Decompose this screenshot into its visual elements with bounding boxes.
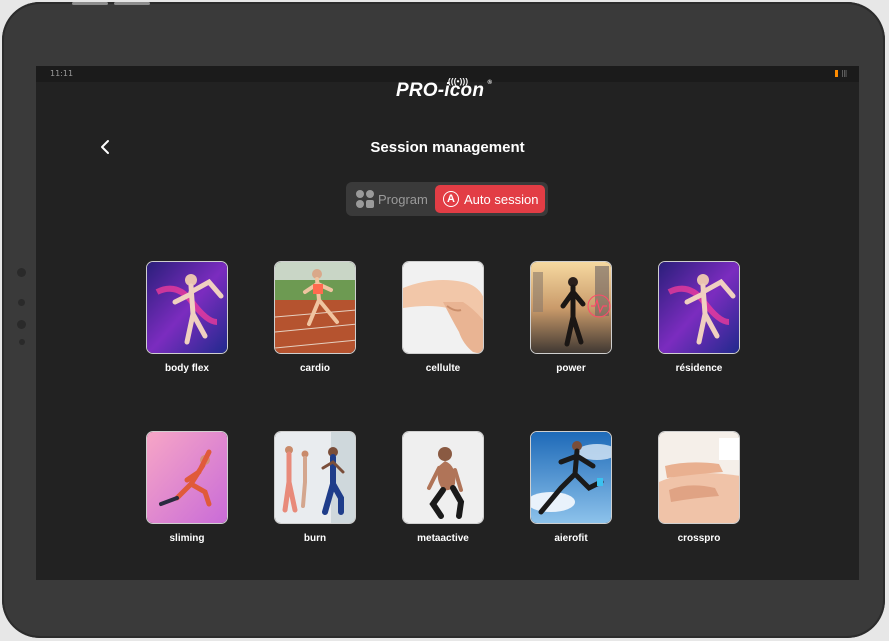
session-image [274,261,356,354]
session-label: cardio [299,363,330,374]
session-image [146,431,228,524]
session-tile-residence[interactable]: résidence [658,261,740,374]
page-title: Session management [370,139,525,156]
session-image [658,261,740,354]
hardware-button [72,2,108,5]
session-type-toggle: Program A Auto session [346,182,548,216]
session-image [146,261,228,354]
signal-icon: (((•))) [448,77,469,86]
session-tile-burn[interactable]: burn [274,431,356,544]
status-time: 11:11 [50,69,74,78]
session-tile-power[interactable]: power [530,261,612,374]
program-grid-icon [356,190,374,208]
session-label: aierofit [554,533,588,544]
session-label: metaactive [417,533,469,544]
session-tile-cellulte[interactable]: cellulte [402,261,484,374]
screen: 11:11 ||| PRO-icon (((•))) ® Session man… [36,66,859,580]
session-image [274,431,356,524]
session-label: sliming [169,533,205,544]
side-sensor [17,268,26,277]
session-tile-sliming[interactable]: sliming [146,431,228,544]
tab-auto-session[interactable]: A Auto session [435,185,545,213]
tab-program[interactable]: Program [350,185,432,213]
hardware-button [114,2,150,5]
tab-auto-session-label: Auto session [464,191,539,207]
session-label: crosspro [677,533,721,544]
auto-a-icon: A [443,191,459,207]
session-tile-body-flex[interactable]: body flex [146,261,228,374]
session-label: résidence [675,363,723,374]
session-label: body flex [165,363,209,374]
session-image [530,431,612,524]
session-tile-aierofit[interactable]: aierofit [530,431,612,544]
side-sensor [17,320,26,329]
status-icons: ||| [834,70,847,77]
brand-logo: PRO-icon (((•))) ® [396,77,493,101]
session-image [402,261,484,354]
session-image [530,261,612,354]
session-image [658,431,740,524]
session-image [402,431,484,524]
tablet-frame: 11:11 ||| PRO-icon (((•))) ® Session man… [2,2,885,638]
session-tile-cardio[interactable]: cardio [274,261,356,374]
side-sensor [18,299,25,306]
session-tile-metaactive[interactable]: metaactive [402,431,484,544]
session-label: burn [303,533,327,544]
session-label: cellulte [425,363,461,374]
session-label: power [556,363,586,374]
tab-program-label: Program [378,191,428,207]
side-sensor [19,339,25,345]
session-tile-crosspro[interactable]: crosspro [658,431,740,544]
